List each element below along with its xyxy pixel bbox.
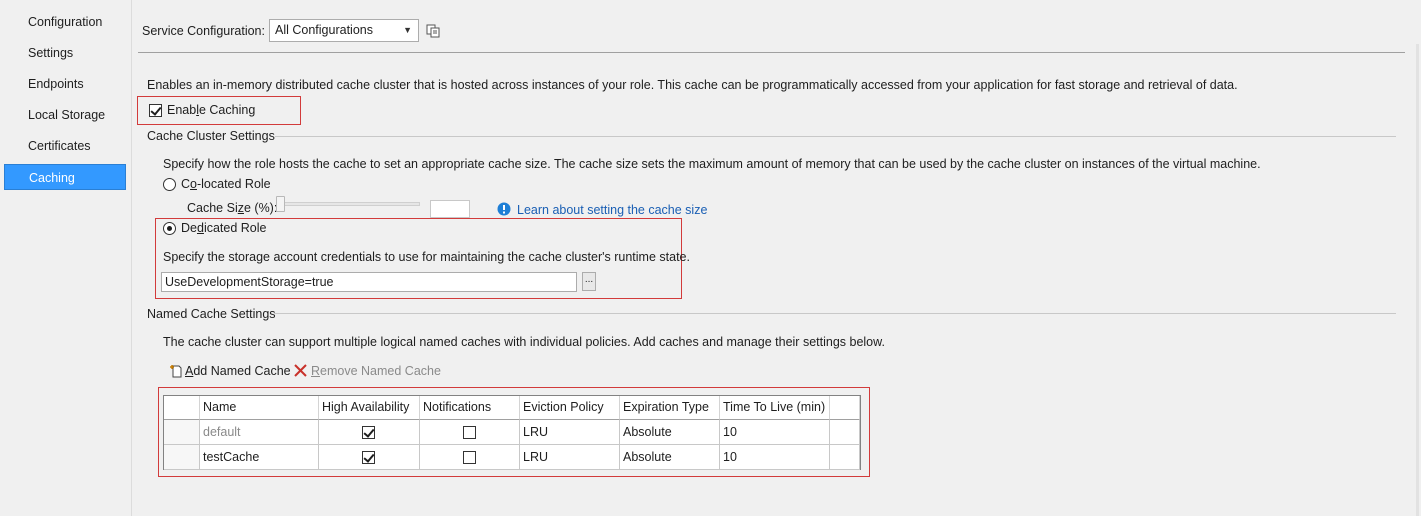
- named-group-line: [274, 313, 1396, 314]
- cell-ttl[interactable]: 10: [720, 420, 830, 445]
- service-config-label: Service Configuration:: [142, 24, 265, 38]
- cell-eviction-policy[interactable]: LRU: [520, 420, 620, 445]
- cell-eviction-policy[interactable]: LRU: [520, 445, 620, 470]
- cluster-description: Specify how the role hosts the cache to …: [163, 157, 1261, 171]
- cache-size-input[interactable]: [430, 200, 470, 218]
- column-header-notifications[interactable]: Notifications: [420, 396, 520, 420]
- row-header[interactable]: [164, 420, 200, 445]
- cache-size-label-a: Cache Si: [187, 201, 238, 215]
- learn-cache-size-link[interactable]: Learn about setting the cache size: [517, 203, 707, 217]
- service-config-dropdown[interactable]: All Configurations ▼: [269, 19, 419, 42]
- row-header-corner: [164, 396, 200, 420]
- scrollbar-edge: [1416, 44, 1419, 516]
- add-named-cache-button[interactable]: Add Named Cache: [185, 364, 291, 378]
- storage-description: Specify the storage account credentials …: [163, 250, 690, 264]
- colocated-access-key: o: [190, 177, 197, 191]
- cell-name[interactable]: default: [200, 420, 319, 445]
- remove-access-key: R: [311, 364, 321, 378]
- cell-ttl[interactable]: 10: [720, 445, 830, 470]
- named-caches-grid[interactable]: Name High Availability Notifications Evi…: [163, 395, 861, 470]
- cell-notifications[interactable]: [420, 420, 520, 445]
- notifications-checkbox[interactable]: [463, 426, 476, 439]
- named-cache-settings-title: Named Cache Settings: [147, 307, 276, 321]
- remove-named-cache-button[interactable]: Remove Named Cache: [311, 364, 441, 378]
- enable-caching-checkbox[interactable]: [149, 104, 162, 117]
- column-header-ttl[interactable]: Time To Live (min): [720, 396, 830, 420]
- enable-caching-label-a: Enab: [167, 103, 197, 117]
- nav-item-endpoints[interactable]: Endpoints: [4, 71, 126, 97]
- dedicated-access-key: d: [196, 221, 204, 235]
- copy-config-icon[interactable]: [426, 24, 440, 38]
- settings-nav: Configuration Settings Endpoints Local S…: [0, 0, 130, 516]
- dedicated-label-b: icated Role: [203, 221, 267, 235]
- dedicated-role-radio[interactable]: [163, 222, 176, 235]
- dedicated-role-label[interactable]: Dedicated Role: [181, 221, 266, 235]
- column-header-high-availability[interactable]: High Availability: [319, 396, 420, 420]
- cache-cluster-settings-title: Cache Cluster Settings: [147, 129, 275, 143]
- cell-high-availability[interactable]: [319, 420, 420, 445]
- service-config-value: All Configurations: [275, 23, 373, 37]
- storage-connection-input[interactable]: UseDevelopmentStorage=true: [161, 272, 577, 292]
- cache-size-label: Cache Size (%):: [187, 201, 277, 215]
- colocated-label-a: C: [181, 177, 191, 191]
- cluster-group-line: [275, 136, 1396, 137]
- info-icon: [497, 202, 511, 216]
- high-availability-checkbox[interactable]: [362, 451, 375, 464]
- nav-item-configuration[interactable]: Configuration: [4, 9, 126, 35]
- add-label: dd Named Cache: [193, 364, 291, 378]
- cell-notifications[interactable]: [420, 445, 520, 470]
- cell-expiration-type[interactable]: Absolute: [620, 445, 720, 470]
- chevron-down-icon: ▼: [403, 25, 412, 35]
- enable-caching-label[interactable]: Enable Caching: [167, 103, 255, 117]
- dedicated-label-a: De: [181, 221, 197, 235]
- notifications-checkbox[interactable]: [463, 451, 476, 464]
- column-header-expiration-type[interactable]: Expiration Type: [620, 396, 720, 420]
- column-header-filler: [830, 396, 860, 420]
- cache-size-label-b: e (%):: [243, 201, 278, 215]
- enable-caching-label-b: e Caching: [198, 103, 256, 117]
- add-document-icon: [169, 364, 183, 378]
- cell-name[interactable]: testCache: [200, 445, 319, 470]
- cell-expiration-type[interactable]: Absolute: [620, 420, 720, 445]
- colocated-role-radio[interactable]: [163, 178, 176, 191]
- cache-size-slider-track[interactable]: [280, 202, 420, 206]
- cell-filler: [830, 420, 860, 445]
- colocated-role-label[interactable]: Co-located Role: [181, 177, 271, 191]
- browse-storage-button[interactable]: ...: [582, 272, 596, 291]
- nav-item-settings[interactable]: Settings: [4, 40, 126, 66]
- header-separator: [138, 52, 1405, 53]
- cell-filler: [830, 445, 860, 470]
- caching-description: Enables an in-memory distributed cache c…: [147, 78, 1238, 92]
- named-cache-description: The cache cluster can support multiple l…: [163, 335, 885, 349]
- nav-item-certificates[interactable]: Certificates: [4, 133, 126, 159]
- cache-size-slider-thumb[interactable]: [276, 196, 285, 212]
- nav-item-local-storage[interactable]: Local Storage: [4, 102, 126, 128]
- column-header-eviction-policy[interactable]: Eviction Policy: [520, 396, 620, 420]
- caching-panel: Service Configuration: All Configuration…: [130, 0, 1421, 516]
- colocated-label-b: -located Role: [196, 177, 271, 191]
- remove-label: emove Named Cache: [320, 364, 441, 378]
- row-header[interactable]: [164, 445, 200, 470]
- high-availability-checkbox[interactable]: [362, 426, 375, 439]
- column-header-name[interactable]: Name: [200, 396, 319, 420]
- nav-item-caching[interactable]: Caching: [4, 164, 126, 190]
- cell-high-availability[interactable]: [319, 445, 420, 470]
- remove-x-icon: [294, 364, 307, 377]
